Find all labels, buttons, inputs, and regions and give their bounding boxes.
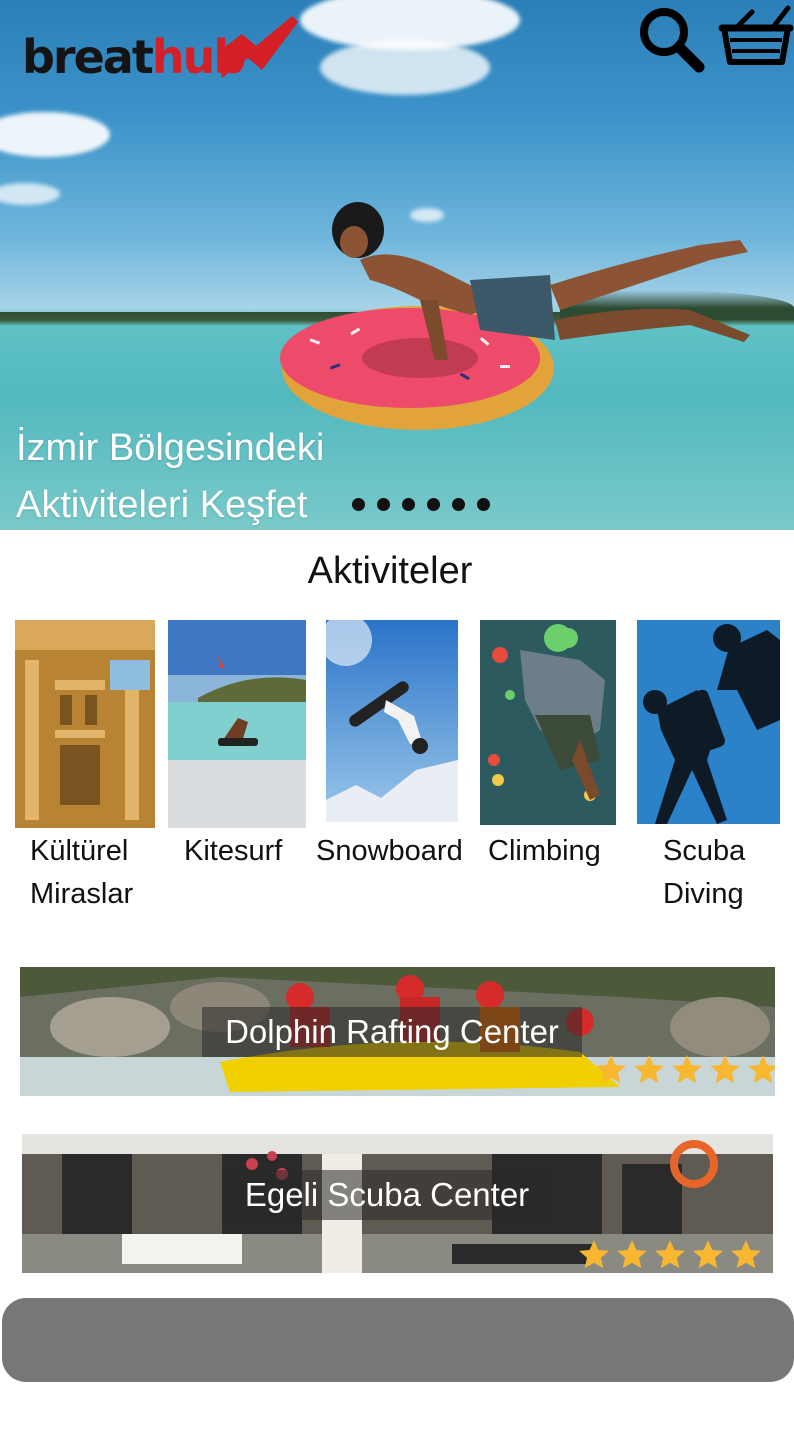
cloud	[0, 112, 110, 157]
activity-image-cultural-heritage	[15, 620, 155, 828]
activity-label: Scuba Diving	[663, 830, 745, 916]
activities-heading: Aktiviteler	[307, 550, 473, 592]
carousel-indicators	[352, 498, 490, 512]
bottom-navigation-bar[interactable]	[2, 1298, 794, 1382]
star-icon	[655, 1240, 685, 1269]
hero-banner: breathub İzmir Bölgesindeki Aktiviteleri…	[0, 0, 794, 530]
basket-icon	[718, 5, 794, 65]
activity-snowboard[interactable]: Snowboard	[316, 620, 476, 880]
star-icon	[596, 1055, 626, 1084]
hero-caption: İzmir Bölgesindeki Aktiviteleri Keşfet	[16, 420, 356, 530]
rating-stars	[593, 1053, 775, 1087]
hero-caption-line1: İzmir Bölgesindeki	[16, 427, 325, 469]
activity-image-climbing	[480, 620, 616, 825]
carousel-dot[interactable]	[352, 498, 365, 511]
star-icon	[731, 1240, 761, 1269]
cloud	[0, 183, 60, 205]
breathub-logo[interactable]: breathub	[22, 12, 302, 84]
hero-caption-line2: Aktiviteleri Keşfet	[16, 484, 308, 526]
carousel-dot[interactable]	[452, 498, 465, 511]
activity-label-line1: Climbing	[488, 835, 601, 867]
activity-label: Kitesurf	[184, 830, 282, 873]
activity-kitesurf[interactable]: Kitesurf	[168, 620, 306, 880]
carousel-dot[interactable]	[477, 498, 490, 511]
cloud	[320, 40, 490, 95]
carousel-dot[interactable]	[402, 498, 415, 511]
rating-stars	[576, 1238, 764, 1272]
logo-wordmark: breathub	[22, 30, 246, 84]
activity-cultural-heritage[interactable]: Kültürel Miraslar	[15, 620, 155, 920]
search-icon	[640, 8, 705, 73]
center-card-dolphin-rafting[interactable]: Dolphin Rafting Center	[20, 967, 775, 1096]
cart-button[interactable]	[718, 4, 794, 74]
activity-image-snowboard	[326, 620, 458, 822]
star-icon	[693, 1240, 723, 1269]
activity-climbing[interactable]: Climbing	[480, 620, 616, 880]
center-name: Egeli Scuba Center	[222, 1170, 552, 1220]
logo-arrow-icon	[218, 16, 298, 78]
logo-text-part1: breat	[22, 30, 154, 84]
carousel-dot[interactable]	[377, 498, 390, 511]
star-icon	[617, 1240, 647, 1269]
activity-label-line1: Kültürel	[30, 835, 129, 867]
activity-image-scuba-diving	[637, 620, 780, 824]
star-icon	[710, 1055, 740, 1084]
star-icon	[672, 1055, 702, 1084]
carousel-dot[interactable]	[427, 498, 440, 511]
star-icon	[634, 1055, 664, 1084]
activity-label: Snowboard	[316, 830, 463, 873]
center-name: Dolphin Rafting Center	[202, 1007, 582, 1057]
activity-label: Climbing	[488, 830, 601, 873]
search-button[interactable]	[636, 4, 706, 74]
activity-label-line1: Scuba	[663, 835, 746, 867]
hero-diver-illustration	[280, 202, 750, 430]
activity-label-line2: Miraslar	[30, 878, 134, 910]
activity-image-kitesurf	[168, 620, 306, 828]
center-card-egeli-scuba[interactable]: Egeli Scuba Center	[22, 1134, 773, 1273]
activity-label-line2: Diving	[663, 878, 744, 910]
activity-label-line1: Snowboard	[316, 835, 463, 867]
activity-scuba-diving[interactable]: Scuba Diving	[637, 620, 780, 920]
star-icon	[748, 1055, 775, 1084]
star-icon	[579, 1240, 609, 1269]
activity-label: Kültürel Miraslar	[30, 830, 133, 916]
activity-label-line1: Kitesurf	[184, 835, 283, 867]
